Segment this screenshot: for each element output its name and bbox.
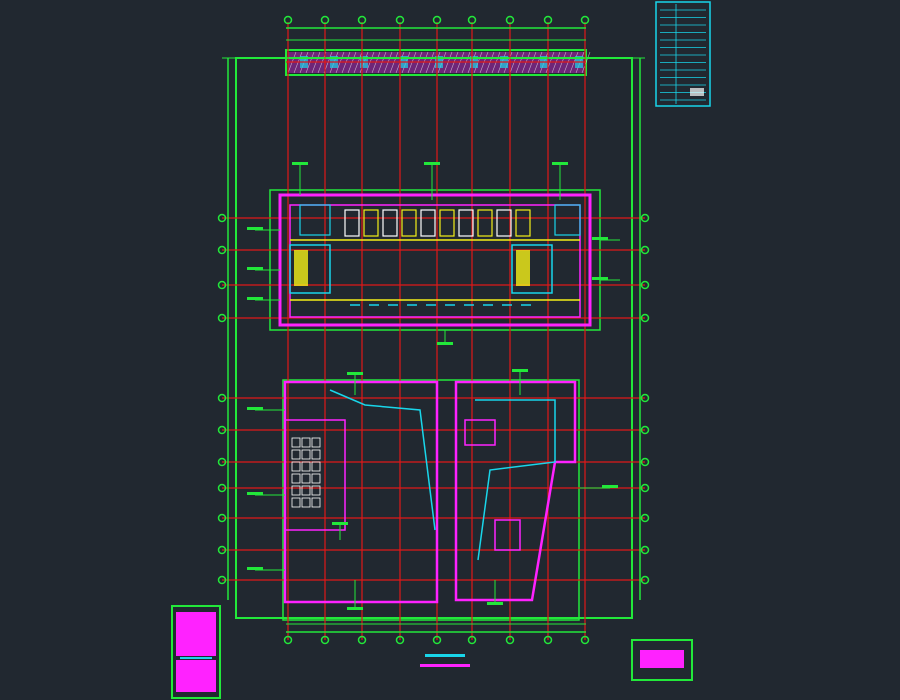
leader-tag xyxy=(347,372,363,375)
detail-legend-bottom-left[interactable] xyxy=(171,605,221,699)
detail-fill-upper xyxy=(176,612,216,656)
cad-drawing-viewport[interactable] xyxy=(0,0,900,700)
leader-tag xyxy=(292,162,308,165)
detail-fill-lower xyxy=(176,660,216,692)
leader-tag xyxy=(247,492,263,495)
leader-tag xyxy=(247,267,263,270)
leader-tag xyxy=(552,162,568,165)
plan-title-underline xyxy=(420,664,470,667)
leader-tag xyxy=(592,237,608,240)
leader-tag xyxy=(247,227,263,230)
leader-tag xyxy=(347,607,363,610)
leader-tag xyxy=(512,369,528,372)
leader-tag xyxy=(487,602,503,605)
leader-tag xyxy=(592,277,608,280)
cad-drawing-canvas[interactable] xyxy=(0,0,900,700)
leader-tag xyxy=(437,342,453,345)
legend-stamp xyxy=(690,88,704,96)
section-fill xyxy=(640,650,684,668)
left-stair-fill xyxy=(294,250,308,286)
leader-tag xyxy=(332,522,348,525)
leader-tag xyxy=(247,567,263,570)
leader-tag xyxy=(424,162,440,165)
leader-tag xyxy=(247,407,263,410)
plan-title-bar xyxy=(425,654,465,657)
model-space-background xyxy=(0,0,900,700)
leader-tag xyxy=(602,485,618,488)
leader-tag xyxy=(247,297,263,300)
right-stair-fill xyxy=(516,250,530,286)
